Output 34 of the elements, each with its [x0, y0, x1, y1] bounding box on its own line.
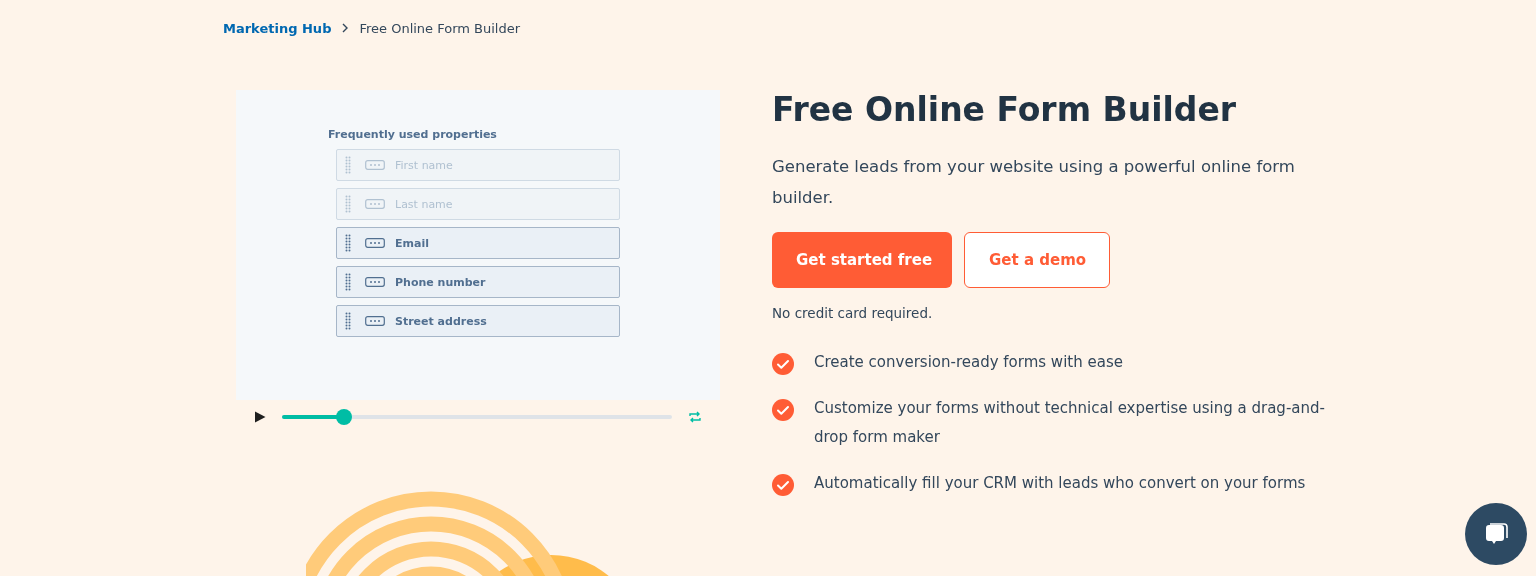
play-icon[interactable] — [254, 411, 266, 423]
property-field: Email — [336, 227, 620, 259]
note-text: No credit card required. — [772, 305, 934, 321]
check-icon — [772, 353, 794, 375]
drag-handle-icon — [345, 156, 351, 174]
get-started-button[interactable]: Get started free — [772, 232, 952, 288]
drag-handle-icon — [345, 273, 351, 291]
check-icon — [772, 399, 794, 421]
feature-text: Create conversion-ready forms with ease — [814, 352, 1124, 373]
properties-heading: Frequently used properties — [328, 128, 498, 141]
feature-text: Customize your forms without technical expertise using a drag-and-drop form maker — [814, 398, 1326, 448]
progress-slider[interactable] — [282, 409, 672, 425]
drag-handle-icon — [345, 195, 351, 213]
feature-text: Automatically fill your CRM with leads who convert on your forms — [814, 473, 1307, 494]
drag-handle-icon — [345, 312, 351, 330]
text-field-icon — [365, 160, 385, 170]
breadcrumb-current: Free Online Form Builder — [359, 20, 521, 36]
loop-icon[interactable] — [688, 411, 702, 423]
subtitle-text: Generate leads from your website using a powerful online form builder. — [772, 156, 1296, 209]
page-title: Free Online Form Builder — [772, 90, 1238, 129]
chevron-icon — [341, 23, 350, 33]
property-field: First name — [336, 149, 620, 181]
property-field: Last name — [336, 188, 620, 220]
text-field-icon — [365, 199, 385, 209]
drag-handle-icon — [345, 234, 351, 252]
property-field: Phone number — [336, 266, 620, 298]
check-icon — [772, 474, 794, 496]
breadcrumb-link[interactable]: Marketing Hub — [223, 20, 332, 36]
text-field-icon — [365, 316, 385, 326]
demo-button[interactable]: Get a demo — [964, 232, 1110, 288]
progress-thumb[interactable] — [336, 409, 353, 425]
text-field-icon — [365, 238, 385, 248]
text-field-icon — [365, 277, 385, 287]
property-field: Street address — [336, 305, 620, 337]
